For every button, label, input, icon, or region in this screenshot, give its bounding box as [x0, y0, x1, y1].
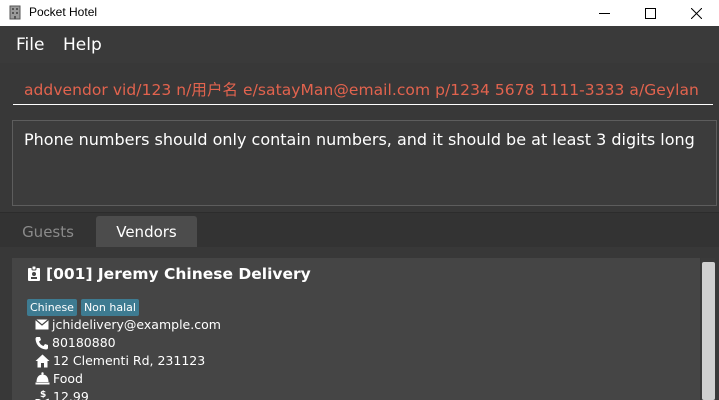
result-message: Phone numbers should only contain number… — [24, 130, 695, 149]
vendor-tag: Chinese — [27, 299, 77, 316]
minimize-button[interactable] — [581, 0, 627, 26]
minimize-icon — [598, 12, 610, 14]
maximize-button[interactable] — [627, 0, 673, 26]
vendor-cost: 12.99 — [53, 389, 89, 400]
vendor-card[interactable]: [001] Jeremy Chinese Delivery Chinese No… — [12, 258, 700, 400]
result-display[interactable]: Phone numbers should only contain number… — [12, 120, 717, 206]
vendor-card-header: [001] Jeremy Chinese Delivery — [27, 265, 311, 283]
phone-icon — [35, 336, 48, 349]
tab-guests[interactable]: Guests — [2, 216, 94, 248]
vendor-service: Food — [53, 371, 83, 386]
service-bell-icon — [35, 372, 50, 385]
command-panel: addvendor vid/123 n/用户名 e/satayMan@email… — [0, 63, 719, 112]
tab-vendors[interactable]: Vendors — [96, 216, 197, 248]
vendor-phone: 80180880 — [52, 335, 116, 350]
tab-bar: Guests Vendors — [0, 212, 719, 248]
maximize-icon — [644, 7, 656, 19]
window-title: Pocket Hotel — [29, 5, 98, 19]
vendor-service-row: Food — [35, 371, 83, 386]
menu-bar: File Help — [0, 26, 719, 63]
home-icon — [35, 354, 50, 367]
vendor-title: [001] Jeremy Chinese Delivery — [46, 265, 311, 283]
email-icon — [35, 319, 49, 330]
close-icon — [690, 7, 702, 19]
vendor-cost-row: $ 12.99 — [35, 389, 89, 400]
vendor-address-row: 12 Clementi Rd, 231123 — [35, 353, 205, 368]
vendor-list-scroll-thumb[interactable] — [702, 262, 715, 400]
cost-icon: $ — [35, 390, 49, 400]
vendor-email: jchidelivery@example.com — [52, 317, 221, 332]
vendor-badge-icon — [28, 266, 40, 281]
command-input[interactable]: addvendor vid/123 n/用户名 e/satayMan@email… — [13, 71, 713, 105]
title-bar: Pocket Hotel — [0, 0, 719, 26]
vendor-tags: Chinese Non halal — [27, 299, 139, 316]
vendor-tag: Non halal — [80, 299, 139, 316]
vendor-email-row: jchidelivery@example.com — [35, 317, 221, 332]
menu-help[interactable]: Help — [63, 35, 102, 55]
close-button[interactable] — [673, 0, 719, 26]
vendor-address: 12 Clementi Rd, 231123 — [53, 353, 206, 368]
menu-file[interactable]: File — [16, 35, 44, 55]
vendor-list: [001] Jeremy Chinese Delivery Chinese No… — [0, 247, 719, 400]
command-text: addvendor vid/123 n/用户名 e/satayMan@email… — [24, 81, 699, 99]
hotel-icon — [9, 5, 21, 20]
vendor-phone-row: 80180880 — [35, 335, 116, 350]
svg-text:$: $ — [40, 390, 46, 400]
